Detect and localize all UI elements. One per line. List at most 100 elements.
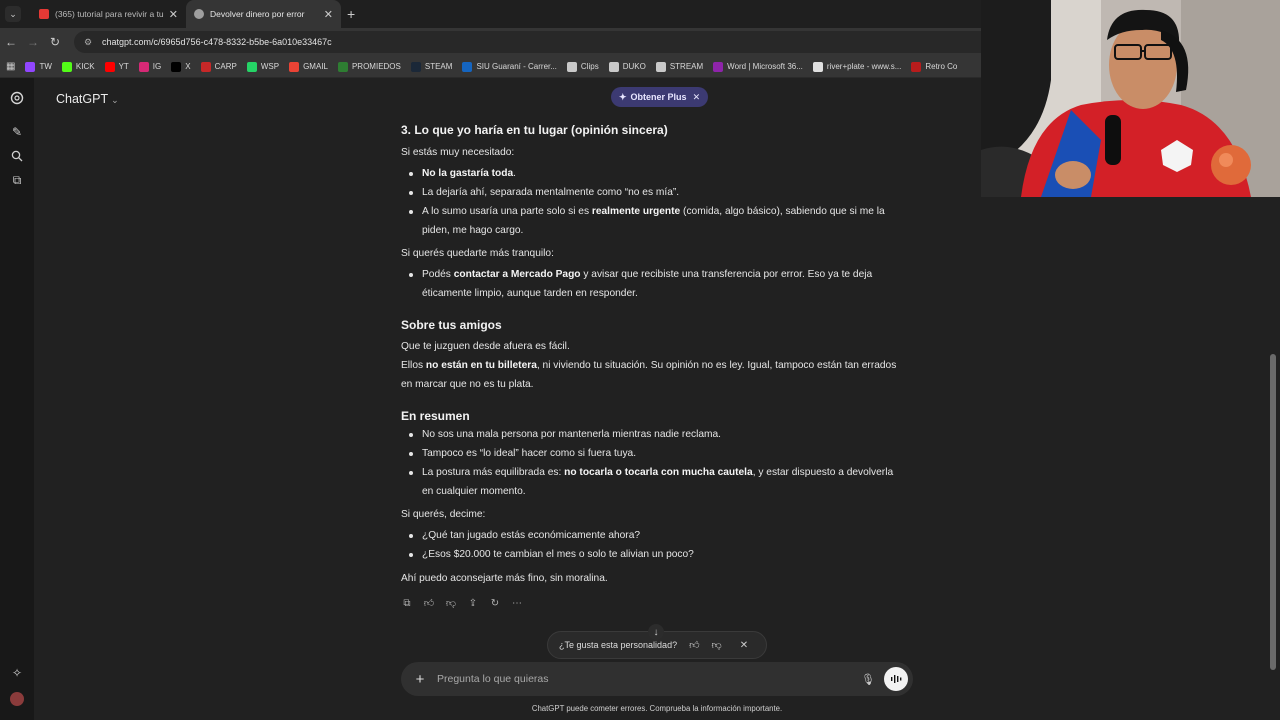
close-icon[interactable]: ✕ <box>740 640 748 651</box>
thumbs-up-icon[interactable]: 👍︎ <box>689 639 699 651</box>
bookmark-label: river+plate - www.s... <box>826 62 902 71</box>
paragraph: Si estás muy necesitado: <box>401 147 515 158</box>
get-plus-button[interactable]: ✦ Obtener Plus ✕ <box>611 87 709 107</box>
bookmark-item[interactable]: DUKO <box>608 61 646 72</box>
bookmark-favicon-icon <box>608 61 619 72</box>
voice-mode-button[interactable] <box>884 667 908 691</box>
bookmark-favicon-icon <box>462 61 473 72</box>
bookmark-item[interactable]: STEAM <box>410 61 453 72</box>
sparkle-icon[interactable]: ✧ <box>9 665 25 681</box>
bookmark-label: CARP <box>214 62 237 71</box>
thumbs-up-icon[interactable]: 👍︎ <box>423 597 435 609</box>
bookmark-label: STREAM <box>669 62 704 71</box>
bookmark-item[interactable]: CARP <box>200 61 237 72</box>
bookmark-favicon-icon <box>200 61 211 72</box>
bookmark-favicon-icon <box>655 61 666 72</box>
paragraph-continuation: en marcar que no es tu plata. <box>401 379 534 390</box>
list-item: Tampoco es “lo ideal” hacer como si fuer… <box>401 444 636 463</box>
bookmark-label: STEAM <box>424 62 453 71</box>
list-item: Podés contactar a Mercado Pago y avisar … <box>401 265 872 284</box>
avatar[interactable] <box>9 691 25 707</box>
list-item: No la gastaría toda. <box>401 164 516 183</box>
close-tab-icon[interactable]: ✕ <box>324 8 333 21</box>
bookmark-label: IG <box>152 62 162 71</box>
new-chat-icon[interactable]: ✎ <box>9 124 25 140</box>
bookmark-item[interactable]: STREAM <box>655 61 704 72</box>
paragraph: Si querés quedarte más tranquilo: <box>401 248 554 259</box>
microphone-icon[interactable]: 🎙︎ <box>861 673 875 686</box>
scroll-down-arrow-icon[interactable]: ↓ <box>648 624 664 640</box>
paragraph: Si querés, decime: <box>401 509 486 520</box>
library-icon[interactable]: ⧉ <box>9 172 25 188</box>
bookmark-label: Retro Co <box>925 62 958 71</box>
bookmark-label: SIU Guaraní - Carrer... <box>476 62 557 71</box>
list-item: ¿Esos $20.000 te cambian el mes o solo t… <box>401 545 694 564</box>
bookmark-item[interactable]: X <box>171 61 191 72</box>
site-info-icon[interactable]: ⚙ <box>84 37 94 47</box>
prompt-input[interactable] <box>437 673 837 685</box>
regenerate-icon[interactable]: ↻ <box>489 597 501 609</box>
bookmark-item[interactable]: YT <box>104 61 129 72</box>
section-heading: Sobre tus amigos <box>401 318 502 332</box>
new-tab-button[interactable]: + <box>347 6 355 22</box>
bookmark-item[interactable]: WSP <box>246 61 279 72</box>
browser-tab-youtube[interactable]: (365) tutorial para revivir a tu h ✕ <box>31 0 186 28</box>
bookmark-label: KICK <box>75 62 95 71</box>
copy-icon[interactable]: ⧉ <box>401 597 413 609</box>
more-icon[interactable]: ⋯ <box>511 597 523 609</box>
bookmark-label: X <box>185 62 191 71</box>
prompt-composer: + 🎙︎ <box>401 662 913 696</box>
chatgpt-favicon-icon <box>194 9 204 19</box>
webcam-overlay <box>981 0 1280 197</box>
share-icon[interactable]: ⇪ <box>467 597 479 609</box>
bookmark-item[interactable]: TW <box>25 61 52 72</box>
youtube-favicon-icon <box>39 9 49 19</box>
bookmark-favicon-icon <box>289 61 300 72</box>
bookmark-item[interactable]: KICK <box>61 61 95 72</box>
close-tab-icon[interactable]: ✕ <box>169 8 178 21</box>
list-item-continuation: piden, me hago cargo. <box>422 225 524 236</box>
plus-label: Obtener Plus <box>630 92 687 102</box>
thumbs-down-icon[interactable]: 👎︎ <box>445 597 457 609</box>
feedback-question: ¿Te gusta esta personalidad? <box>559 640 678 650</box>
add-attachment-icon[interactable]: + <box>405 671 435 688</box>
thumbs-down-icon[interactable]: 👎︎ <box>712 639 722 651</box>
close-icon[interactable]: ✕ <box>693 92 701 103</box>
bookmark-item[interactable]: Retro Co <box>911 61 958 72</box>
list-item-continuation: en cualquier momento. <box>422 486 526 497</box>
bookmark-favicon-icon <box>566 61 577 72</box>
browser-tab-chatgpt[interactable]: Devolver dinero por error ✕ <box>186 0 341 28</box>
scrollbar-thumb[interactable] <box>1270 354 1276 670</box>
bookmark-item[interactable]: Clips <box>566 61 599 72</box>
bookmark-label: YT <box>118 62 129 71</box>
bookmark-favicon-icon <box>812 61 823 72</box>
bookmark-item[interactable]: GMAIL <box>289 61 328 72</box>
bookmark-favicon-icon <box>171 61 182 72</box>
bookmark-favicon-icon <box>104 61 115 72</box>
back-arrow-icon[interactable]: ← <box>0 35 22 49</box>
reload-icon[interactable]: ↻ <box>44 35 66 49</box>
section-heading: En resumen <box>401 409 470 423</box>
model-selector[interactable]: ChatGPT ⌄ <box>56 92 119 106</box>
bookmark-item[interactable]: river+plate - www.s... <box>812 61 902 72</box>
bookmark-favicon-icon <box>337 61 348 72</box>
bookmark-item[interactable]: Word | Microsoft 36... <box>713 61 803 72</box>
bookmark-label: Word | Microsoft 36... <box>727 62 803 71</box>
url-text: chatgpt.com/c/6965d756-c478-8332-b5be-6a… <box>102 37 332 47</box>
forward-arrow-icon[interactable]: → <box>22 35 44 49</box>
bookmark-item[interactable]: SIU Guaraní - Carrer... <box>462 61 557 72</box>
bookmark-item[interactable]: PROMIEDOS <box>337 61 401 72</box>
tab-title: Devolver dinero por error <box>210 9 305 19</box>
apps-grid-icon[interactable]: ▦ <box>6 61 15 72</box>
bookmark-favicon-icon <box>911 61 922 72</box>
paragraph: Ahí puedo aconsejarte más fino, sin mora… <box>401 573 608 584</box>
model-name: ChatGPT <box>56 92 109 106</box>
tab-search-chevron-icon[interactable]: ⌄ <box>5 6 21 22</box>
bookmark-item[interactable]: IG <box>138 61 162 72</box>
message-actions: ⧉ 👍︎ 👎︎ ⇪ ↻ ⋯ <box>401 597 523 610</box>
tab-title: (365) tutorial para revivir a tu h <box>55 9 165 19</box>
paragraph: Ellos no están en tu billetera, ni vivie… <box>401 360 897 371</box>
openai-logo-icon[interactable] <box>9 90 25 106</box>
search-icon[interactable] <box>9 148 25 164</box>
bookmark-favicon-icon <box>138 61 149 72</box>
